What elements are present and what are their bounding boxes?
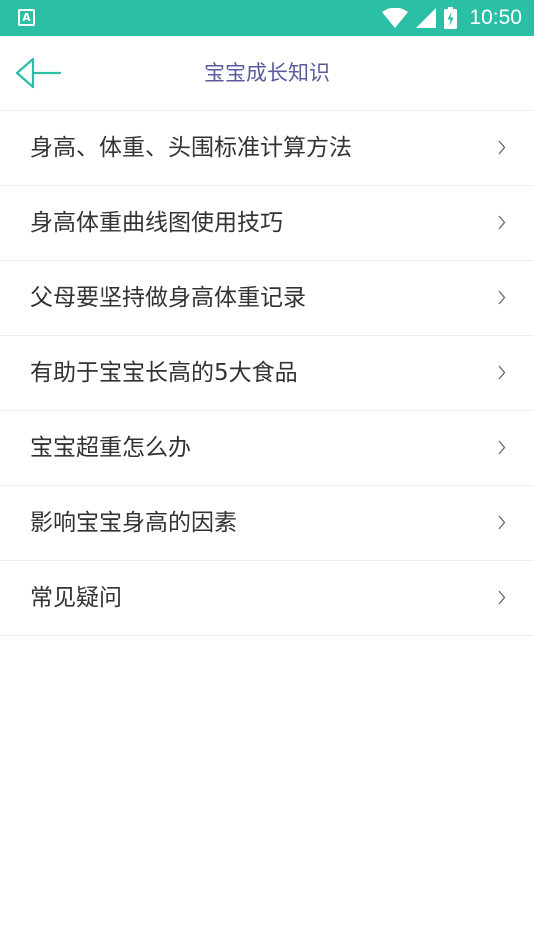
- page-title: 宝宝成长知识: [204, 61, 330, 85]
- battery-icon: [444, 7, 458, 29]
- list-item-label: 身高体重曲线图使用技巧: [30, 210, 283, 236]
- chevron-right-icon: [498, 515, 506, 530]
- list-item-label: 影响宝宝身高的因素: [30, 510, 237, 536]
- back-button[interactable]: [12, 54, 64, 92]
- list-item-label: 父母要坚持做身高体重记录: [30, 285, 306, 311]
- status-icons: 10:50: [382, 0, 522, 36]
- list-item[interactable]: 身高体重曲线图使用技巧: [0, 186, 534, 261]
- list-item[interactable]: 宝宝超重怎么办: [0, 411, 534, 486]
- back-arrow-icon: [15, 57, 62, 89]
- list-item[interactable]: 父母要坚持做身高体重记录: [0, 261, 534, 336]
- list-item[interactable]: 常见疑问: [0, 561, 534, 636]
- chevron-right-icon: [498, 290, 506, 305]
- status-time: 10:50: [469, 6, 522, 29]
- wifi-icon: [382, 8, 409, 28]
- list-item-label: 宝宝超重怎么办: [30, 435, 191, 461]
- chevron-right-icon: [498, 365, 506, 380]
- chevron-right-icon: [498, 440, 506, 455]
- list-item[interactable]: 影响宝宝身高的因素: [0, 486, 534, 561]
- signal-icon: [416, 8, 437, 28]
- app-header: 宝宝成长知识: [0, 36, 534, 111]
- list-item-label: 有助于宝宝长高的5大食品: [30, 360, 298, 386]
- notification-app-icon: A: [18, 9, 35, 26]
- list-item-label: 身高、体重、头围标准计算方法: [30, 135, 352, 161]
- list-item[interactable]: 身高、体重、头围标准计算方法: [0, 111, 534, 186]
- chevron-right-icon: [498, 140, 506, 155]
- knowledge-list: 身高、体重、头围标准计算方法 身高体重曲线图使用技巧 父母要坚持做身高体重记录 …: [0, 111, 534, 636]
- status-bar: A 10:50: [0, 0, 534, 36]
- chevron-right-icon: [498, 590, 506, 605]
- chevron-right-icon: [498, 215, 506, 230]
- list-item[interactable]: 有助于宝宝长高的5大食品: [0, 336, 534, 411]
- list-item-label: 常见疑问: [30, 585, 122, 611]
